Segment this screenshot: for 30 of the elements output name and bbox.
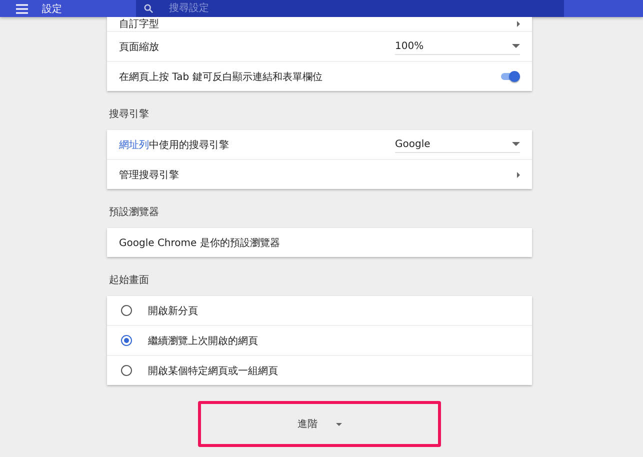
dropdown[interactable]: Google (395, 136, 520, 152)
toggle-switch[interactable] (500, 71, 520, 82)
search-icon (144, 4, 153, 13)
row-label: 開啟新分頁 (148, 304, 199, 318)
chevron-icon[interactable] (517, 172, 520, 178)
row-label: 繼續瀏覽上次開啟的網頁 (148, 334, 259, 348)
section-heading: 起始畫面 (108, 274, 150, 288)
radio-button[interactable] (121, 335, 132, 346)
row-label: Google Chrome 是你的預設瀏覽器 (119, 236, 281, 250)
caret-icon (512, 44, 520, 48)
row-label: 管理搜尋引擎 (119, 168, 180, 182)
caret-icon (512, 142, 520, 146)
menu-icon[interactable] (16, 4, 28, 14)
row-label: 自訂字型 (119, 18, 160, 31)
radio-button[interactable] (121, 305, 132, 316)
radio-button[interactable] (121, 365, 132, 376)
omnibox-link[interactable]: 網址列 (119, 140, 149, 150)
dropdown[interactable]: 100% (395, 38, 520, 54)
section-heading: 預設瀏覽器 (108, 206, 160, 220)
search-field[interactable]: 搜尋設定 (136, 0, 564, 17)
caret-icon (336, 422, 342, 426)
chevron-icon[interactable] (517, 21, 520, 27)
row-label: 網址列中使用的搜尋引擎 (119, 138, 230, 152)
section-heading: 搜尋引擎 (108, 108, 150, 122)
row-label: 開啟某個特定網頁或一組網頁 (148, 364, 279, 378)
page-title: 設定 (42, 2, 63, 16)
advanced-button[interactable]: 進階 (198, 401, 441, 447)
row-label: 頁面縮放 (119, 40, 160, 54)
search-input[interactable]: 搜尋設定 (167, 2, 296, 15)
row-label: 在網頁上按 Tab 鍵可反白顯示連結和表單欄位 (119, 70, 324, 84)
